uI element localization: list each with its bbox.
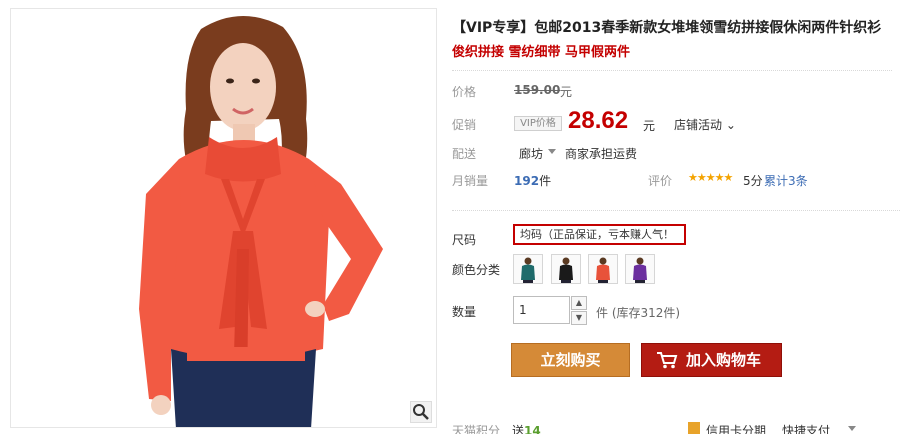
original-price-unit: 元 (560, 85, 573, 99)
store-promo-dropdown[interactable]: 店铺活动 ⌄ (674, 116, 736, 133)
monthly-sales-label: 月销量 (452, 174, 489, 188)
price-label: 价格 (452, 85, 477, 99)
color-swatch-2[interactable] (551, 254, 581, 284)
size-option-selected[interactable]: 均码（正品保证，亏本赚人气！ (513, 224, 686, 245)
add-to-cart-label: 加入购物车 (686, 351, 762, 369)
cart-icon (657, 352, 678, 369)
quantity-input[interactable]: 1 (513, 296, 570, 324)
size-label: 尺码 (452, 233, 477, 247)
review-total-link[interactable]: 累计3条 (764, 172, 808, 189)
tmall-points-text: 送 (512, 424, 525, 434)
promo-label: 促销 (452, 118, 477, 132)
credit-card-icon (688, 422, 700, 434)
quick-pay-link[interactable]: 快捷支付 (782, 422, 830, 434)
buy-now-button[interactable]: 立刻购买 (511, 343, 630, 377)
original-price: 159.00 (514, 83, 561, 97)
zoom-icon[interactable] (410, 401, 432, 423)
rating-score: 5分 (743, 174, 763, 188)
product-info-panel: 【VIP专享】包邮2013春季新款女堆堆领雪纺拼接假休闲两件针织衫 俊织拼接 雪… (452, 0, 900, 434)
shipping-fee-text: 商家承担运费 (565, 147, 638, 161)
chevron-down-icon: ⌄ (722, 118, 736, 132)
caret-down-icon[interactable] (548, 149, 556, 154)
price-box: 价格 159.00 元 促销 VIP价格 28.62 元 店铺活动 ⌄ 配送 廊… (452, 70, 892, 194)
shipping-label: 配送 (452, 147, 477, 161)
tmall-points: 送14 (512, 422, 541, 434)
services-row: 天猫积分 送14 信用卡分期 快捷支付 (452, 422, 900, 434)
monthly-sales-unit: 件 (539, 174, 552, 188)
tmall-points-label: 天猫积分 (452, 424, 501, 434)
quantity-increase-icon[interactable]: ▲ (571, 296, 587, 310)
promo-price-unit: 元 (643, 119, 656, 133)
divider (452, 210, 900, 211)
promo-price: 28.62 (568, 107, 629, 134)
credit-installment-link[interactable]: 信用卡分期 (706, 422, 766, 434)
color-swatch-1[interactable] (513, 254, 543, 284)
color-label: 颜色分类 (452, 263, 501, 277)
product-subtitle: 俊织拼接 雪纺细带 马甲假两件 (452, 45, 631, 60)
vip-price-tag: VIP价格 (514, 116, 562, 131)
review-label: 评价 (648, 174, 673, 188)
monthly-sales: 192件 (514, 172, 551, 189)
product-title: 【VIP专享】包邮2013春季新款女堆堆领雪纺拼接假休闲两件针织衫 (452, 20, 882, 36)
quantity-decrease-icon[interactable]: ▼ (571, 311, 587, 325)
quantity-label: 数量 (452, 305, 477, 319)
rating-stars-icon: ★★★★★ (688, 171, 733, 184)
caret-down-icon[interactable] (848, 426, 856, 431)
tmall-points-value: 14 (524, 424, 541, 434)
monthly-sales-count: 192 (514, 174, 540, 188)
color-swatch-3[interactable] (588, 254, 618, 284)
product-photo (11, 9, 436, 427)
add-to-cart-button[interactable]: 加入购物车 (641, 343, 782, 377)
stock-info: 件 (库存312件) (596, 306, 681, 320)
product-main-image[interactable] (10, 8, 437, 428)
store-promo-label: 店铺活动 (674, 118, 723, 132)
ship-from-select[interactable]: 廊坊 (519, 145, 543, 162)
color-swatch-4[interactable] (625, 254, 655, 284)
